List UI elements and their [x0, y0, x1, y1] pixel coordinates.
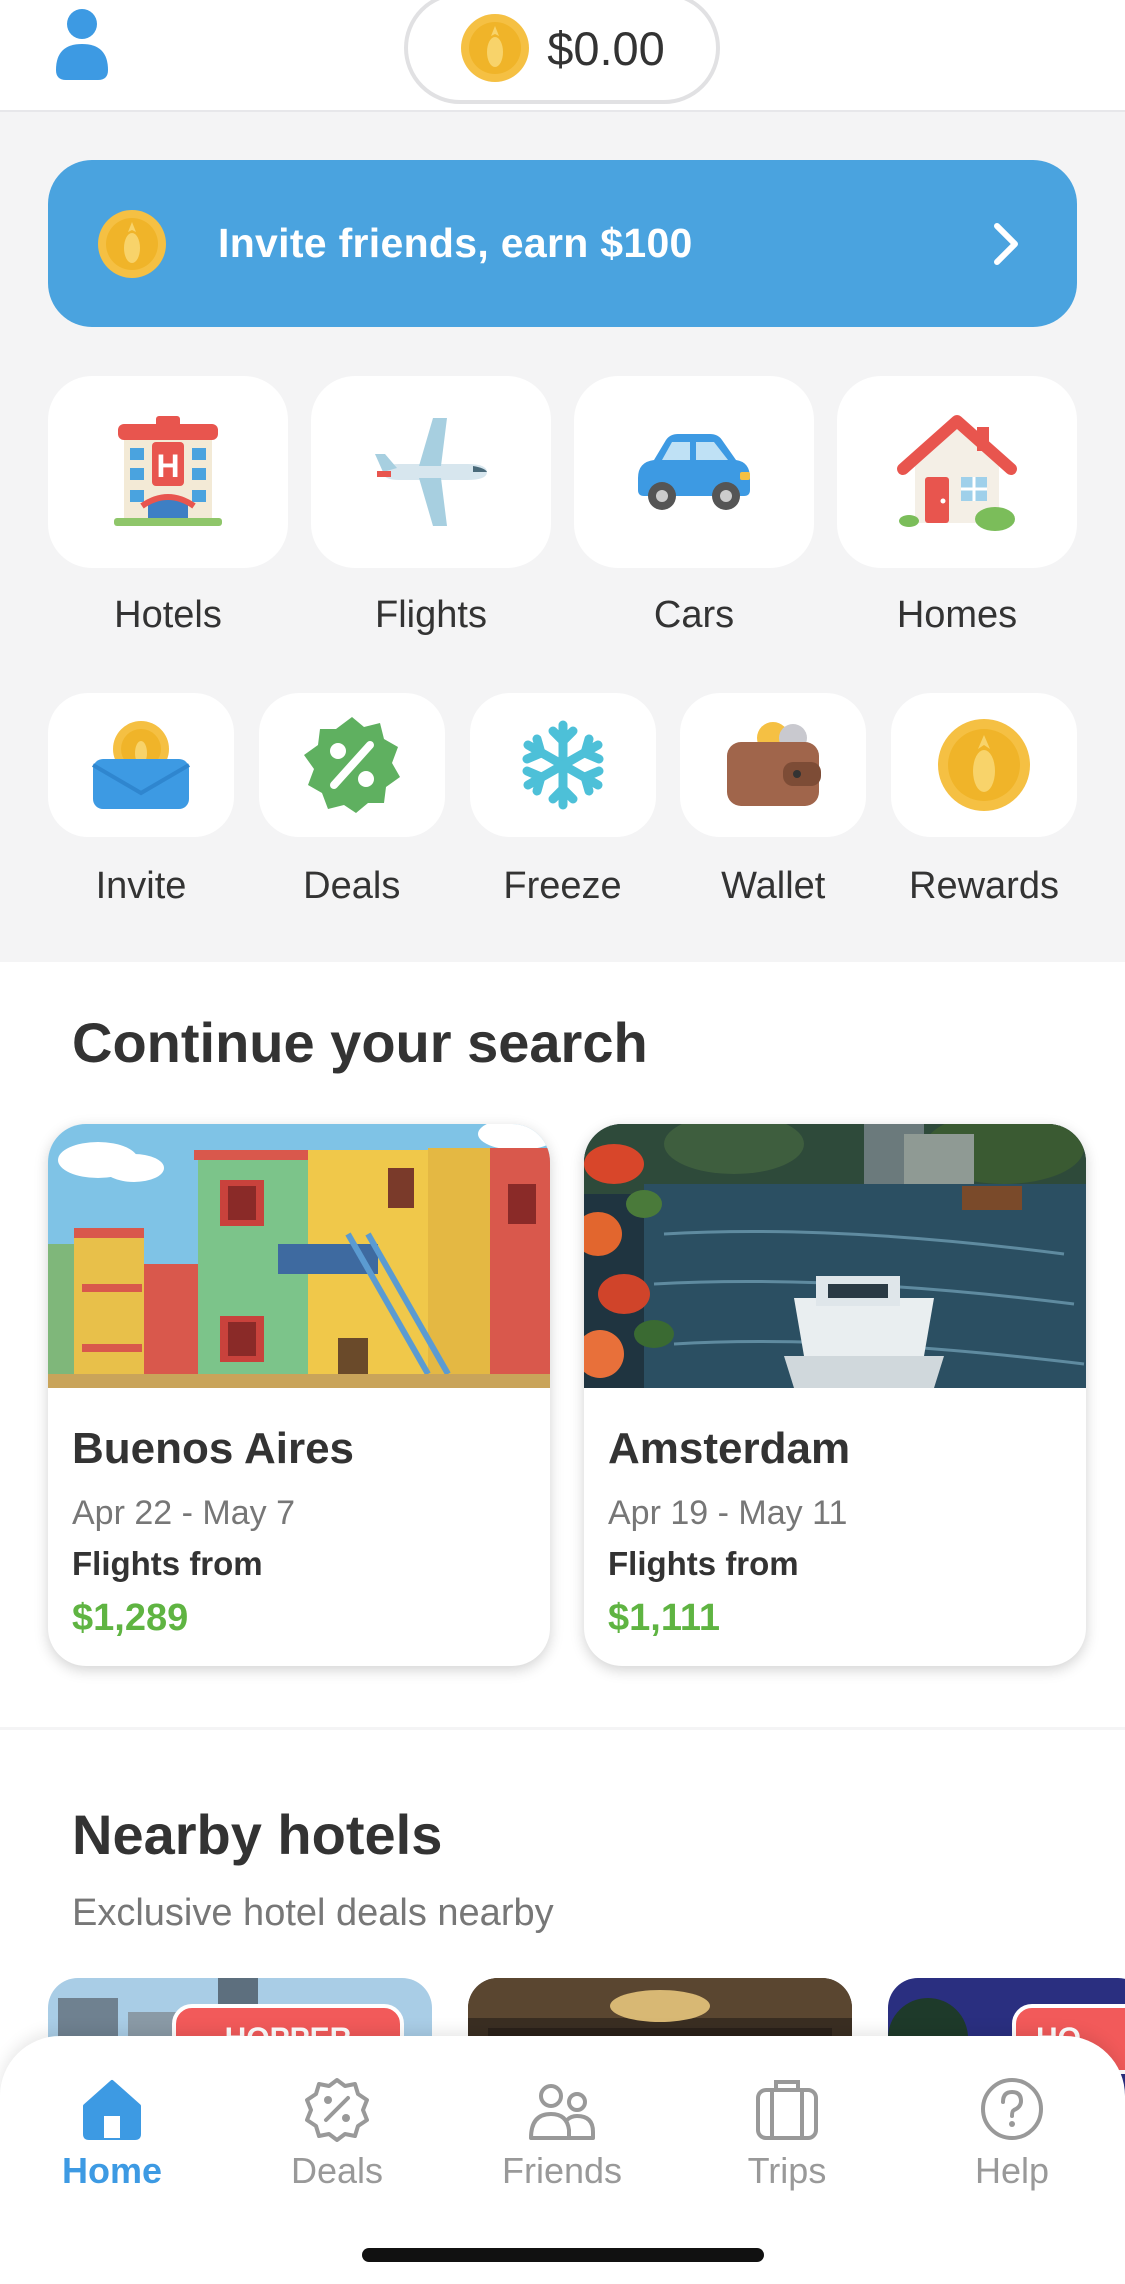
- app-screen: $0.00 Invite friends, earn $100 H Hotels…: [0, 0, 1125, 2284]
- quick-action-tile: [469, 693, 656, 837]
- category-label: Hotels: [114, 594, 222, 636]
- tab-trips[interactable]: Trips: [702, 2076, 872, 2192]
- category-label: Flights: [375, 594, 487, 636]
- suitcase-icon: [756, 2080, 818, 2140]
- snowflake-icon: [522, 720, 603, 810]
- quick-action-label: Wallet: [721, 865, 826, 907]
- tab-label: Trips: [747, 2150, 827, 2191]
- card-dates: Apr 19 - May 11: [608, 1494, 848, 1532]
- category-row: H Hotels Flights Cars Homes: [48, 376, 1077, 637]
- home-icon: [83, 2080, 141, 2140]
- coin-icon: [98, 209, 166, 278]
- quick-action-freeze[interactable]: Freeze: [469, 693, 656, 908]
- tab-label: Help: [974, 2150, 1050, 2191]
- card-city: Buenos Aires: [72, 1424, 355, 1473]
- chevron-right-icon: [994, 222, 1018, 265]
- card-dates: Apr 22 - May 7: [72, 1494, 295, 1532]
- category-homes[interactable]: Homes: [837, 376, 1077, 637]
- help-icon: [981, 2078, 1043, 2140]
- quick-action-label: Invite: [95, 865, 187, 907]
- quick-action-label: Freeze: [503, 865, 622, 907]
- section-title: Continue your search: [72, 1011, 648, 1074]
- balance-amount: $0.00: [547, 21, 665, 75]
- invite-banner[interactable]: Invite friends, earn $100: [48, 160, 1077, 327]
- hotel-icon: H: [114, 416, 222, 526]
- continue-search-section: Continue your search Buenos Aires Apr 22…: [0, 962, 1125, 1727]
- deals-percent-icon: [303, 717, 400, 813]
- category-tile: [574, 376, 814, 568]
- airplane-icon: [375, 418, 487, 526]
- card-city: Amsterdam: [608, 1424, 851, 1473]
- quick-action-label: Rewards: [909, 865, 1059, 907]
- card-flights-from-label: Flights from: [72, 1545, 263, 1582]
- user-icon: [56, 9, 108, 80]
- card-flights-from-label: Flights from: [608, 1545, 799, 1582]
- deals-icon: [305, 2078, 369, 2142]
- category-tile: [837, 376, 1077, 568]
- search-card-amsterdam[interactable]: Amsterdam Apr 19 - May 11 Flights from $…: [584, 1124, 1086, 1666]
- category-hotels[interactable]: H Hotels: [48, 376, 288, 637]
- category-tile: [311, 376, 551, 568]
- quick-action-label: Deals: [303, 865, 401, 907]
- home-indicator: [362, 2248, 764, 2262]
- coin-icon: [938, 719, 1030, 811]
- category-flights[interactable]: Flights: [311, 376, 551, 637]
- house-icon: [897, 415, 1017, 531]
- amsterdam-image: [584, 1124, 1086, 1388]
- wallet-icon: [727, 722, 822, 806]
- coin-icon: [461, 14, 530, 82]
- profile-button[interactable]: [52, 8, 112, 84]
- tab-label: Home: [61, 2150, 163, 2191]
- svg-text:H: H: [156, 448, 179, 484]
- top-header: $0.00: [0, 0, 1125, 112]
- section-subtitle: Exclusive hotel deals nearby: [72, 1892, 554, 1934]
- quick-actions-row: Invite Deals Freeze Wallet Rewards: [48, 693, 1077, 908]
- invite-envelope-icon: [91, 721, 191, 809]
- card-body: Buenos Aires Apr 22 - May 7 Flights from…: [48, 1388, 550, 1640]
- quick-action-tile: [258, 693, 445, 837]
- category-tile: H: [48, 376, 288, 568]
- invite-banner-text: Invite friends, earn $100: [218, 220, 693, 266]
- tab-label: Deals: [290, 2150, 384, 2191]
- tab-deals[interactable]: Deals: [252, 2076, 422, 2192]
- search-card-buenos-aires[interactable]: Buenos Aires Apr 22 - May 7 Flights from…: [48, 1124, 550, 1666]
- quick-action-wallet[interactable]: Wallet: [680, 693, 867, 908]
- car-icon: [638, 434, 750, 510]
- quick-action-tile: [680, 693, 867, 837]
- tab-friends[interactable]: Friends: [477, 2076, 647, 2192]
- quick-action-invite[interactable]: Invite: [48, 693, 234, 908]
- quick-action-deals[interactable]: Deals: [258, 693, 445, 908]
- friends-icon: [529, 2084, 595, 2140]
- section-title: Nearby hotels: [72, 1803, 443, 1866]
- card-price: $1,289: [72, 1597, 189, 1639]
- category-label: Cars: [653, 594, 735, 636]
- bottom-tab-bar: Home Deals Friends Trips Help: [0, 2036, 1125, 2284]
- buenos-aires-image: [48, 1124, 550, 1388]
- quick-action-tile: [48, 693, 234, 837]
- quick-action-tile: [891, 693, 1077, 837]
- category-label: Homes: [896, 594, 1018, 636]
- quick-action-rewards[interactable]: Rewards: [891, 693, 1077, 908]
- card-body: Amsterdam Apr 19 - May 11 Flights from $…: [584, 1388, 1086, 1640]
- balance-pill[interactable]: $0.00: [404, 0, 720, 104]
- card-price: $1,111: [608, 1597, 721, 1639]
- tab-help[interactable]: Help: [927, 2076, 1097, 2192]
- category-cars[interactable]: Cars: [574, 376, 814, 637]
- tab-home[interactable]: Home: [27, 2076, 197, 2192]
- tab-label: Friends: [501, 2150, 623, 2191]
